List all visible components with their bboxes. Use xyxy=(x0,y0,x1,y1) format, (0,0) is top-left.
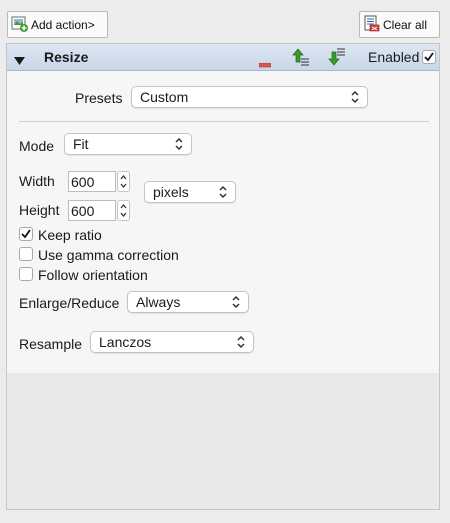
resample-select[interactable]: Lanczos xyxy=(90,331,254,353)
arrow-down-icon[interactable] xyxy=(328,48,346,69)
keep-ratio-checkbox[interactable] xyxy=(19,227,33,241)
enlarge-reduce-select[interactable]: Always xyxy=(127,291,249,313)
gamma-correction-checkbox[interactable] xyxy=(19,247,33,261)
presets-select[interactable]: Custom xyxy=(131,86,368,108)
height-value: 600 xyxy=(71,202,95,219)
height-stepper[interactable] xyxy=(117,200,130,221)
presets-label: Presets xyxy=(75,90,123,106)
stepper-arrows-icon xyxy=(120,174,127,189)
enabled-checkbox[interactable] xyxy=(422,50,436,64)
action-title: Resize xyxy=(44,49,89,65)
resample-value: Lanczos xyxy=(99,334,152,350)
mode-select[interactable]: Fit xyxy=(64,133,192,155)
width-label: Width xyxy=(19,173,55,189)
add-action-label: Add action> xyxy=(31,17,95,32)
divider xyxy=(19,121,429,122)
chevron-updown-icon xyxy=(232,295,240,309)
add-image-icon xyxy=(11,15,28,35)
keep-ratio-label[interactable]: Keep ratio xyxy=(38,227,102,243)
follow-orientation-checkbox[interactable] xyxy=(19,267,33,281)
unit-select[interactable]: pixels xyxy=(144,181,236,203)
presets-value: Custom xyxy=(140,89,189,105)
enlarge-reduce-label: Enlarge/Reduce xyxy=(19,295,120,311)
width-value: 600 xyxy=(71,173,95,190)
mode-value: Fit xyxy=(73,136,89,152)
gamma-correction-label[interactable]: Use gamma correction xyxy=(38,247,179,263)
clear-all-label: Clear all xyxy=(383,17,428,32)
resample-label: Resample xyxy=(19,336,83,352)
chevron-updown-icon xyxy=(237,335,245,349)
follow-orientation-label[interactable]: Follow orientation xyxy=(38,267,148,283)
resize-settings-panel xyxy=(7,71,439,373)
action-header[interactable]: Resize Enabled xyxy=(7,44,439,71)
enabled-label: Enabled xyxy=(368,49,420,65)
width-stepper[interactable] xyxy=(117,171,130,192)
triangle-down-icon[interactable] xyxy=(14,53,25,69)
width-input[interactable]: 600 xyxy=(68,171,116,192)
minus-icon[interactable] xyxy=(258,55,272,71)
enlarge-reduce-value: Always xyxy=(136,294,181,310)
mode-label: Mode xyxy=(19,138,55,154)
height-label: Height xyxy=(19,202,60,218)
add-action-button[interactable]: Add action> xyxy=(7,11,108,38)
chevron-updown-icon xyxy=(175,137,183,151)
chevron-updown-icon xyxy=(351,90,359,104)
height-input[interactable]: 600 xyxy=(68,200,116,221)
arrow-up-icon[interactable] xyxy=(292,48,310,69)
clear-all-button[interactable]: Clear all xyxy=(359,11,440,38)
clear-list-icon xyxy=(363,15,380,35)
unit-value: pixels xyxy=(153,184,189,200)
stepper-arrows-icon xyxy=(120,203,127,218)
chevron-updown-icon xyxy=(219,185,227,199)
